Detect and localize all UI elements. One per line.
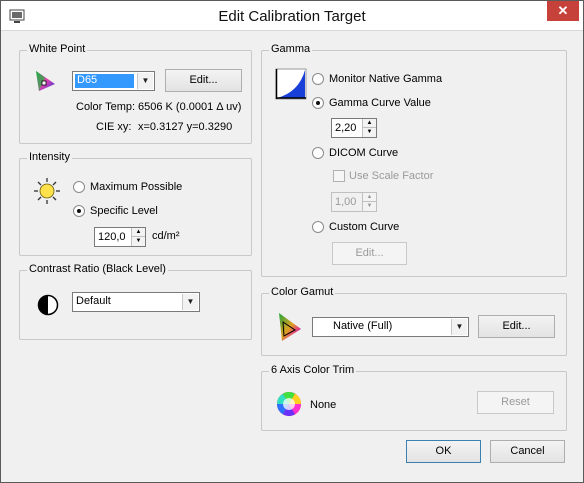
gamma-group: Gamma Monitor Native Gamma Gamma Curve V… — [261, 43, 567, 277]
color-gamut-value: Native (Full) — [333, 320, 393, 332]
intensity-group-title: Intensity — [27, 151, 72, 163]
stepper-down-icon[interactable]: ▼ — [131, 237, 145, 246]
color-temp-label: Color Temp: — [76, 101, 136, 113]
stepper-up-icon[interactable]: ▲ — [362, 193, 376, 202]
white-point-group: White Point D65 ▼ Edit... Color Temp: 65… — [19, 43, 252, 144]
use-scale-checkbox[interactable] — [333, 170, 345, 182]
cie-xy-value: x=0.3127 y=0.3290 — [138, 121, 233, 133]
scale-factor-stepper[interactable]: 1,00 ▲ ▼ — [331, 192, 377, 212]
stepper-down-icon[interactable]: ▼ — [362, 202, 376, 211]
close-button[interactable]: ✕ — [547, 1, 579, 21]
white-point-value: D65 — [75, 74, 134, 88]
intensity-group: Intensity Maximum Possible Specific Leve… — [19, 151, 252, 256]
scale-factor-value: 1,00 — [335, 196, 357, 208]
contrast-group: Contrast Ratio (Black Level) Default ▼ — [19, 263, 252, 340]
intensity-unit-label: cd/m² — [152, 230, 180, 242]
use-scale-label: Use Scale Factor — [349, 170, 434, 182]
edit-calibration-target-dialog: Edit Calibration Target ✕ White Point D6… — [0, 0, 584, 483]
sun-icon — [33, 177, 61, 208]
gamma-curve-radio[interactable] — [312, 97, 324, 109]
cie-xy-label: CIE xy: — [96, 121, 132, 133]
color-triangle-icon — [33, 69, 57, 96]
gamma-dicom-label[interactable]: DICOM Curve — [329, 147, 398, 159]
color-gamut-edit-button[interactable]: Edit... — [478, 315, 555, 338]
color-gamut-group-title: Color Gamut — [269, 286, 336, 298]
close-icon: ✕ — [557, 3, 569, 18]
stepper-up-icon[interactable]: ▲ — [131, 228, 145, 237]
intensity-level-stepper[interactable]: 120,0 ▲ ▼ — [94, 227, 146, 247]
intensity-max-label[interactable]: Maximum Possible — [90, 181, 182, 193]
gamma-curve-value: 2,20 — [335, 122, 357, 134]
color-gamut-icon — [275, 311, 303, 346]
intensity-specific-label[interactable]: Specific Level — [90, 205, 158, 217]
chevron-down-icon: ▼ — [137, 73, 153, 89]
gamma-curve-icon — [275, 68, 307, 103]
color-wheel-icon — [275, 390, 303, 421]
intensity-max-radio[interactable] — [73, 181, 85, 193]
color-gamut-group: Color Gamut Native (Full) ▼ Edit... — [261, 286, 567, 356]
white-point-edit-button[interactable]: Edit... — [165, 69, 242, 92]
color-trim-reset-button[interactable]: Reset — [477, 391, 554, 414]
chevron-down-icon: ▼ — [451, 319, 467, 335]
contrast-icon — [37, 294, 59, 319]
stepper-up-icon[interactable]: ▲ — [362, 119, 376, 128]
contrast-group-title: Contrast Ratio (Black Level) — [27, 263, 168, 275]
gamma-curve-label[interactable]: Gamma Curve Value — [329, 97, 431, 109]
color-gamut-select[interactable]: Native (Full) ▼ — [312, 317, 469, 337]
chevron-down-icon: ▼ — [182, 294, 198, 310]
intensity-specific-radio[interactable] — [73, 205, 85, 217]
stepper-down-icon[interactable]: ▼ — [362, 128, 376, 137]
white-point-select[interactable]: D65 ▼ — [72, 71, 155, 91]
contrast-select[interactable]: Default ▼ — [72, 292, 200, 312]
ok-button[interactable]: OK — [406, 440, 481, 463]
window-title: Edit Calibration Target — [218, 8, 366, 25]
gamma-custom-label[interactable]: Custom Curve — [329, 221, 399, 233]
white-point-group-title: White Point — [27, 43, 88, 55]
gamma-custom-radio[interactable] — [312, 221, 324, 233]
color-trim-value: None — [310, 399, 337, 411]
gamma-group-title: Gamma — [269, 43, 313, 55]
gamma-native-label[interactable]: Monitor Native Gamma — [329, 73, 442, 85]
gamma-native-radio[interactable] — [312, 73, 324, 85]
gamma-dicom-radio[interactable] — [312, 147, 324, 159]
color-temp-value: 6506 K (0.0001 Δ uv) — [138, 101, 242, 113]
title-bar[interactable]: Edit Calibration Target ✕ — [1, 1, 583, 31]
gamma-curve-stepper[interactable]: 2,20 ▲ ▼ — [331, 118, 377, 138]
contrast-value: Default — [76, 295, 111, 307]
gamma-edit-button[interactable]: Edit... — [332, 242, 407, 265]
intensity-level-value: 120,0 — [98, 231, 126, 243]
color-trim-group: 6 Axis Color Trim None Reset — [261, 364, 567, 431]
cancel-button[interactable]: Cancel — [490, 440, 565, 463]
color-trim-group-title: 6 Axis Color Trim — [269, 364, 357, 376]
